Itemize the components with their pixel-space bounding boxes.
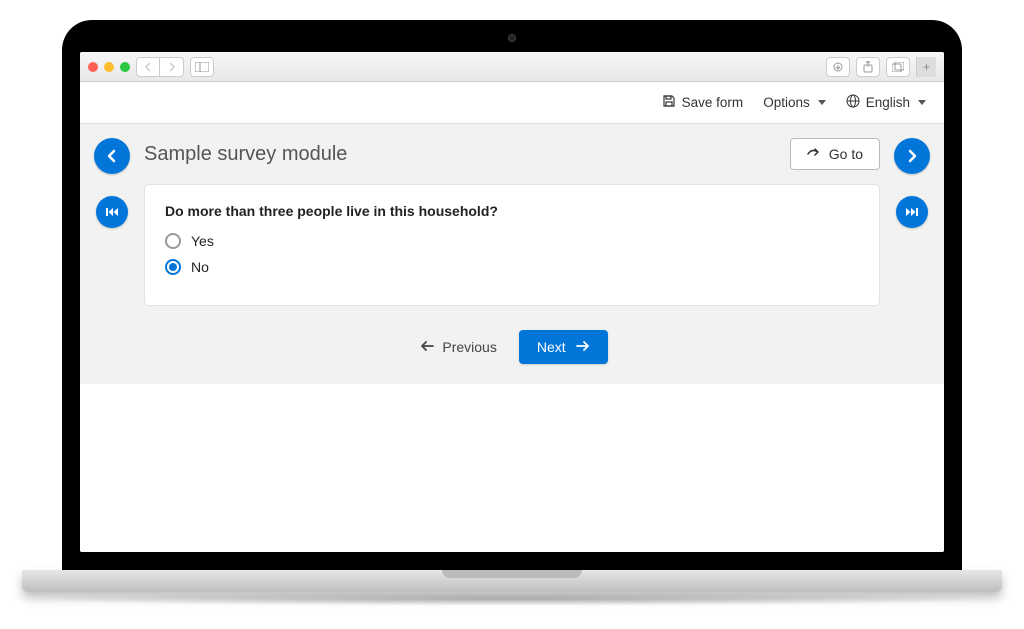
goto-icon <box>807 146 821 162</box>
language-dropdown[interactable]: English <box>846 94 926 111</box>
language-label: English <box>866 95 910 110</box>
chevron-down-icon <box>818 100 826 105</box>
goto-label: Go to <box>829 146 863 162</box>
previous-label: Previous <box>442 339 496 355</box>
radio-icon-selected <box>165 259 181 275</box>
previous-button[interactable]: Previous <box>416 331 500 363</box>
arrow-left-icon <box>420 339 434 355</box>
prev-page-button[interactable] <box>94 138 130 174</box>
blank-area <box>80 384 944 552</box>
radio-option-no[interactable]: No <box>165 259 859 275</box>
fast-forward-button[interactable] <box>896 196 928 228</box>
camera-dot <box>508 34 516 42</box>
window-close-icon[interactable] <box>88 62 98 72</box>
options-label: Options <box>763 95 810 110</box>
rewind-button[interactable] <box>96 196 128 228</box>
screen-bezel: + Save form Options En <box>62 20 962 570</box>
next-page-button[interactable] <box>894 138 930 174</box>
options-dropdown[interactable]: Options <box>763 95 826 110</box>
goto-button[interactable]: Go to <box>790 138 880 170</box>
screen: + Save form Options En <box>80 52 944 552</box>
save-form-button[interactable]: Save form <box>662 94 744 111</box>
app-toolbar: Save form Options English <box>80 82 944 124</box>
radio-label: No <box>191 259 209 275</box>
title-row: Sample survey module Go to <box>144 138 880 170</box>
survey-main: Sample survey module Go to Do more than … <box>144 138 880 364</box>
survey-content: Sample survey module Go to Do more than … <box>80 124 944 384</box>
next-button[interactable]: Next <box>519 330 608 364</box>
browser-tabs-button[interactable] <box>886 57 910 77</box>
pagination-row: Previous Next <box>144 330 880 364</box>
nav-back-forward <box>136 57 184 77</box>
browser-toolbar: + <box>80 52 944 82</box>
browser-forward-button[interactable] <box>160 57 184 77</box>
question-card: Do more than three people live in this h… <box>144 184 880 306</box>
next-label: Next <box>537 339 566 355</box>
right-side-controls <box>890 138 934 228</box>
window-minimize-icon[interactable] <box>104 62 114 72</box>
radio-option-yes[interactable]: Yes <box>165 233 859 249</box>
left-side-controls <box>90 138 134 228</box>
radio-icon <box>165 233 181 249</box>
radio-inner-dot <box>169 263 177 271</box>
browser-share-button[interactable] <box>856 57 880 77</box>
save-icon <box>662 94 676 111</box>
browser-back-button[interactable] <box>136 57 160 77</box>
browser-new-tab-button[interactable]: + <box>916 57 936 77</box>
radio-label: Yes <box>191 233 214 249</box>
laptop-base <box>22 570 1002 592</box>
survey-title: Sample survey module <box>144 143 347 166</box>
browser-downloads-button[interactable] <box>826 57 850 77</box>
question-text: Do more than three people live in this h… <box>165 203 859 219</box>
window-controls <box>88 62 130 72</box>
laptop-frame: + Save form Options En <box>62 20 962 606</box>
arrow-right-icon <box>576 339 590 355</box>
browser-sidebar-button[interactable] <box>190 57 214 77</box>
globe-icon <box>846 94 860 111</box>
save-form-label: Save form <box>682 95 744 110</box>
laptop-shadow <box>22 592 1002 606</box>
window-zoom-icon[interactable] <box>120 62 130 72</box>
chevron-down-icon <box>918 100 926 105</box>
